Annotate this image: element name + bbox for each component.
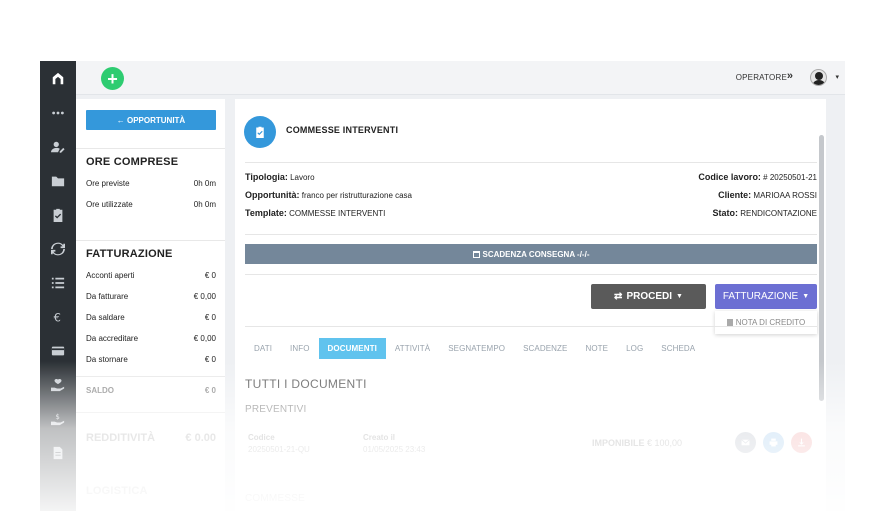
tab-info[interactable]: INFO (281, 338, 319, 359)
profitability-row: REDDITIVITÀ € 0.00 (86, 432, 216, 444)
tab-documenti[interactable]: DOCUMENTI (318, 338, 386, 359)
billing-section: FATTURAZIONE Acconti aperti € 0 Da fattur… (86, 248, 216, 364)
user-edit-icon[interactable] (40, 135, 76, 159)
euro-icon[interactable]: € (40, 305, 76, 329)
balance-row: SALDO € 0 (86, 386, 216, 395)
svg-text:€: € (54, 310, 61, 324)
caret-down-icon: ▼ (802, 293, 810, 300)
template-field: Template: COMMESSE INTERVENTI (245, 208, 386, 218)
download-button[interactable] (791, 432, 812, 453)
download-icon (798, 438, 805, 447)
hours-title: ORE COMPRESE (86, 156, 179, 168)
main-content: COMMESSE INTERVENTI Tipologia: Lavoro Op… (235, 99, 826, 511)
email-button[interactable] (735, 432, 756, 453)
billing-title: FATTURAZIONE (86, 248, 173, 260)
documents-title: TUTTI I DOCUMENTI (245, 377, 367, 391)
billing-row: Da fatturare € 0,00 (86, 292, 216, 301)
more-icon[interactable] (40, 101, 76, 125)
fatturazione-button[interactable]: FATTURAZIONE ▼ (715, 284, 817, 309)
tab-log[interactable]: LOG (617, 338, 652, 359)
envelope-icon (741, 439, 750, 446)
taxable-label: IMPONIBILE € 100,00 (592, 438, 683, 448)
hand-coin-icon[interactable]: $ (40, 407, 76, 431)
tab-attivita[interactable]: ATTIVITÀ (386, 338, 439, 359)
code-label: Codice (248, 433, 275, 442)
job-code-field: Codice lavoro: # 20250501-21 (698, 172, 817, 182)
billing-row: Acconti aperti € 0 (86, 271, 216, 280)
top-bar: + OPERATORE » ▾ (76, 61, 845, 95)
type-field: Tipologia: Lavoro (245, 172, 315, 182)
clipboard-check-icon[interactable] (40, 203, 76, 227)
list-icon[interactable] (40, 271, 76, 295)
hours-section: ORE COMPRESE Ore previste 0h 0m Ore util… (86, 156, 216, 209)
hand-heart-icon[interactable] (40, 373, 76, 397)
caret-down-icon: ▼ (676, 293, 683, 300)
page-title: COMMESSE INTERVENTI (286, 125, 399, 135)
hours-row: Ore previste 0h 0m (86, 179, 216, 188)
chevron-down-icon[interactable]: ▾ (835, 73, 839, 81)
billing-row: Da saldare € 0 (86, 313, 216, 322)
deadline-bar[interactable]: SCADENZA CONSEGNA -/-/- (245, 244, 817, 264)
billing-row: Da accreditare € 0,00 (86, 334, 216, 343)
avatar[interactable] (810, 69, 827, 86)
folder-icon[interactable] (40, 169, 76, 193)
tab-scadenze[interactable]: SCADENZE (514, 338, 576, 359)
tab-note[interactable]: NOTE (576, 338, 617, 359)
created-value: 01/05/2025 23:43 (363, 445, 426, 454)
svg-text:$: $ (55, 413, 59, 421)
summary-panel: ← OPPORTUNITÀ ORE COMPRESE Ore previste … (76, 99, 225, 511)
hours-row: Ore utilizzate 0h 0m (86, 200, 216, 209)
document-icon[interactable] (40, 441, 76, 465)
tab-scheda[interactable]: SCHEDA (652, 338, 704, 359)
opportunity-field: Opportunità: franco per ristrutturazione… (245, 190, 413, 200)
fatturazione-dropdown: NOTA DI CREDITO (715, 311, 817, 334)
opportunity-back-button[interactable]: ← OPPORTUNITÀ (86, 110, 216, 130)
billing-row: Da stornare € 0 (86, 355, 216, 364)
code-value[interactable]: 20250501-21-QU (248, 445, 310, 454)
tab-segnatempo[interactable]: SEGNATEMPO (439, 338, 514, 359)
clipboard-check-icon (244, 116, 276, 148)
quotes-title: PREVENTIVI (245, 404, 307, 415)
procedi-button[interactable]: ⇄ PROCEDI ▼ (591, 284, 706, 309)
tab-dati[interactable]: DATI (245, 338, 281, 359)
print-button[interactable] (763, 432, 784, 453)
tab-bar: DATI INFO DOCUMENTI ATTIVITÀ SEGNATEMPO … (245, 338, 704, 359)
logo-icon[interactable] (40, 68, 76, 90)
scrollbar[interactable] (819, 135, 824, 401)
add-button[interactable]: + (101, 67, 124, 90)
client-field: Cliente: MARIOAA ROSSI (718, 190, 817, 200)
operator-label[interactable]: OPERATORE (736, 73, 787, 82)
app-window: € $ + OPERATORE » ▾ ← OPPORTUNITÀ ORE CO… (40, 61, 845, 511)
status-field: Stato: RENDICONTAZIONE (712, 208, 817, 218)
card-icon[interactable] (40, 339, 76, 363)
sync-icon[interactable] (40, 237, 76, 261)
print-icon (769, 438, 778, 447)
exchange-icon: ⇄ (614, 291, 623, 302)
nav-rail: € $ (40, 61, 76, 511)
calendar-icon (472, 250, 480, 258)
logistics-title: LOGISTICA (86, 485, 148, 497)
created-label: Creato il (363, 433, 396, 442)
next-section-title: COMMESSE (245, 493, 305, 504)
chevron-right-icon[interactable]: » (787, 70, 793, 82)
